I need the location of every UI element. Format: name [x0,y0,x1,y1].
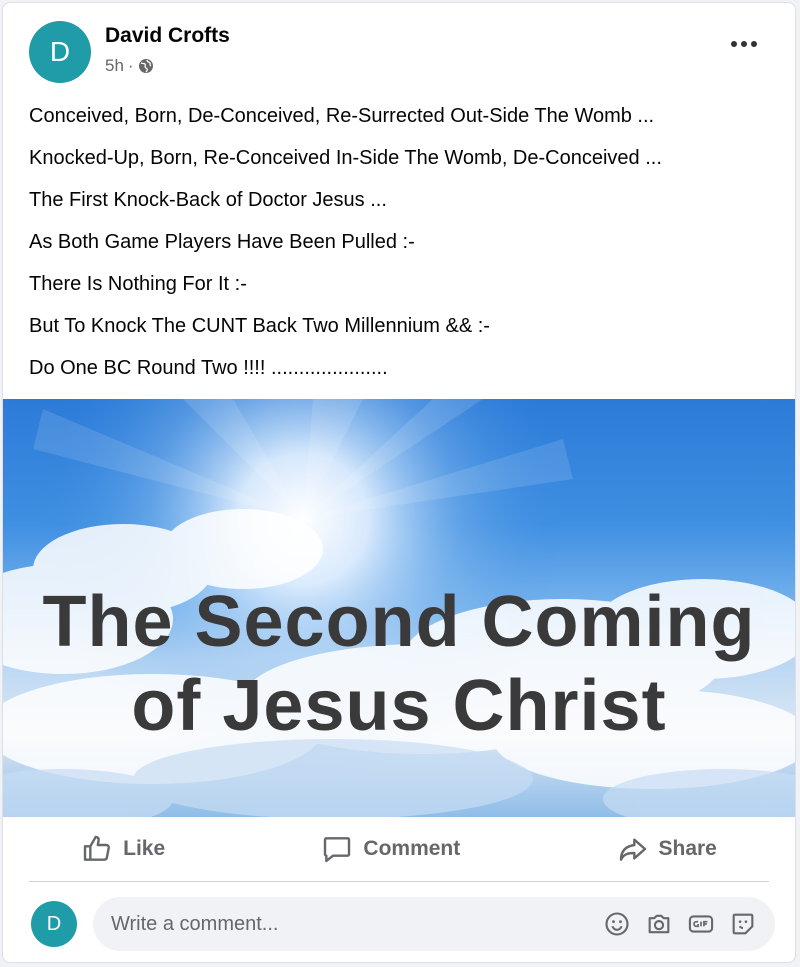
author-name[interactable]: David Crofts [105,24,230,48]
more-dot [741,41,747,47]
image-title-line-2: of Jesus Christ [131,666,667,746]
actions-divider [29,881,769,882]
comment-placeholder: Write a comment... [111,912,279,935]
more-dot [731,41,737,47]
comment-label: Comment [363,837,461,860]
post-time[interactable]: 5h [105,56,124,76]
author-avatar[interactable]: D [29,21,91,83]
post-line: But To Knock The CUNT Back Two Millenniu… [29,315,490,337]
post-line: The First Knock-Back of Doctor Jesus ... [29,189,387,211]
share-icon [619,838,646,861]
post-line: Conceived, Born, De-Conceived, Re-Surrec… [29,105,655,127]
camera-icon[interactable] [645,910,673,938]
post-actions: Like Comment Share [3,817,795,881]
post-card: D David Crofts 5h · Conceived, Born, De-… [2,2,796,963]
emoji-icon[interactable] [603,910,631,938]
post-text: Conceived, Born, De-Conceived, Re-Surrec… [29,95,779,389]
meta-separator: · [127,56,134,75]
post-header: D David Crofts 5h · [3,3,795,93]
comment-icon [324,837,351,863]
like-label: Like [123,837,166,860]
gif-icon[interactable] [687,910,715,938]
comment-button[interactable]: Comment [291,825,490,873]
globe-icon[interactable] [138,58,154,74]
commenter-avatar-letter: D [46,912,62,935]
post-line: Do One BC Round Two !!!! ...............… [29,357,388,379]
post-line: There Is Nothing For It :- [29,273,247,295]
more-dot [751,41,757,47]
commenter-avatar[interactable]: D [31,901,77,947]
more-options-button[interactable] [731,41,757,47]
post-line: As Both Game Players Have Been Pulled :- [29,231,415,253]
share-label: Share [658,837,717,860]
like-button[interactable]: Like [51,825,195,873]
share-button[interactable]: Share [587,825,747,873]
sticker-icon[interactable] [729,910,757,938]
comment-tools [603,910,757,938]
comment-input[interactable]: Write a comment... [93,897,775,951]
post-image[interactable]: The Second Coming of Jesus Christ [3,399,795,817]
post-meta: 5h · [105,56,154,76]
author-avatar-letter: D [49,36,71,67]
post-line: Knocked-Up, Born, Re-Conceived In-Side T… [29,147,662,169]
image-title-line-1: The Second Coming [42,582,756,662]
thumbs-up-icon [83,835,111,861]
